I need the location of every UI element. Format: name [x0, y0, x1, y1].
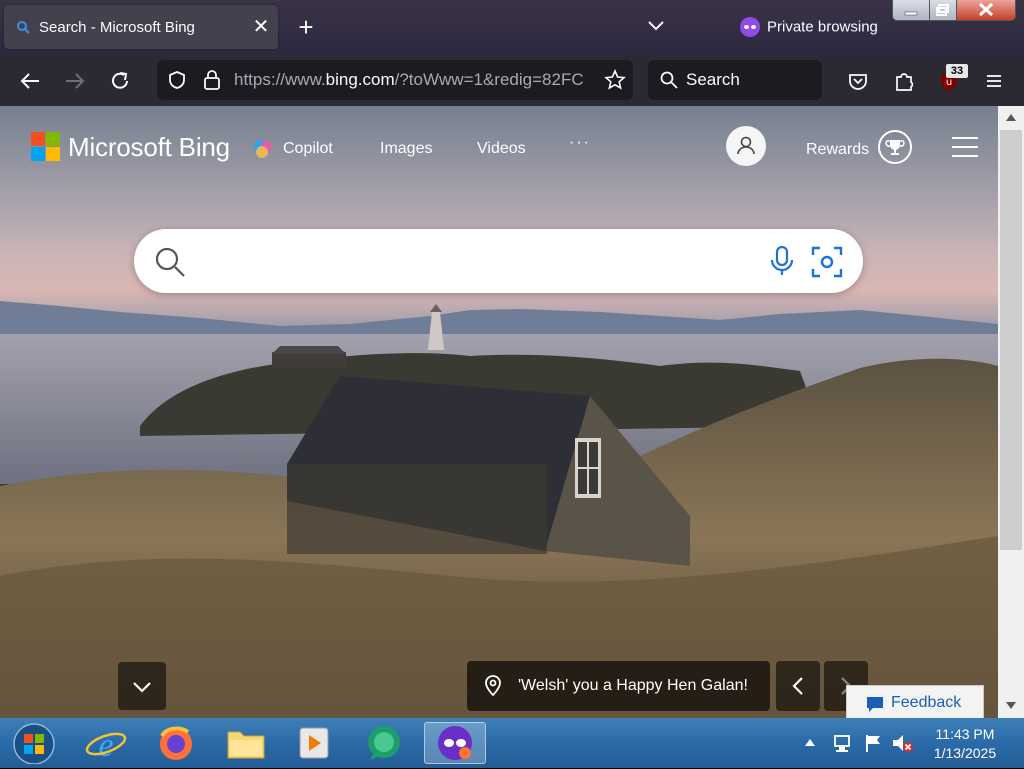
nav-more-button[interactable]: ··· [569, 134, 591, 152]
hamburger-icon [987, 75, 1001, 87]
tab-title: Search - Microsoft Bing [39, 19, 195, 36]
close-tab-icon[interactable]: ✕ [250, 16, 272, 38]
taskbar-media-player[interactable] [288, 722, 340, 764]
ms-logo-red [31, 132, 45, 146]
forward-button[interactable] [58, 64, 92, 98]
chevron-down-icon [133, 682, 151, 693]
search-icon [155, 247, 185, 277]
url-text[interactable]: https://www.bing.com/?toWww=1&redig=82FC [234, 70, 600, 90]
chevron-down-icon[interactable] [644, 14, 668, 38]
person-icon [737, 136, 755, 155]
show-hidden-icons-icon[interactable] [804, 738, 816, 748]
network-icon[interactable] [832, 732, 854, 754]
taskbar-firefox-private[interactable] [424, 722, 486, 764]
action-center-flag-icon[interactable] [862, 732, 884, 754]
clock-date[interactable]: 1/13/2025 [928, 745, 1002, 761]
browser-toolbar: https://www.bing.com/?toWww=1&redig=82FC… [0, 56, 1024, 106]
restore-button[interactable] [929, 0, 957, 21]
feedback-label: Feedback [891, 694, 962, 711]
private-mask-icon [740, 17, 760, 37]
taskbar-chat-app[interactable] [358, 722, 410, 764]
scroll-up-icon[interactable] [1005, 113, 1017, 123]
search-icon [17, 21, 30, 34]
scroll-down-icon[interactable] [1005, 700, 1017, 710]
private-browsing-label: Private browsing [767, 18, 878, 36]
media-player-icon [299, 727, 329, 759]
ms-logo-blue [31, 147, 45, 161]
extensions-button[interactable] [887, 64, 921, 98]
bookmark-star-icon[interactable] [604, 69, 626, 91]
back-button[interactable] [13, 64, 47, 98]
svg-text:e: e [98, 727, 113, 764]
shield-icon[interactable] [167, 70, 187, 90]
tab-bing[interactable]: Search - Microsoft Bing ✕ [4, 5, 278, 49]
windows-logo-icon [13, 723, 55, 765]
visual-search-icon[interactable] [810, 245, 844, 279]
address-bar[interactable]: https://www.bing.com/?toWww=1&redig=82FC [157, 60, 633, 100]
pocket-icon [849, 74, 867, 90]
taskbar-firefox[interactable] [150, 722, 202, 764]
clock-time[interactable]: 11:43 PM [928, 726, 1002, 742]
page-scrollbar[interactable] [998, 106, 1024, 718]
image-caption[interactable]: 'Welsh' you a Happy Hen Galan! [467, 661, 770, 711]
ms-logo-yellow [46, 147, 60, 161]
bing-menu-button[interactable] [952, 137, 978, 157]
new-tab-button[interactable]: + [292, 14, 320, 42]
svg-text:u: u [946, 77, 952, 88]
windows-taskbar: e 11:43 PM 1/13/2025 [0, 718, 1024, 768]
back-arrow-icon [20, 73, 39, 89]
close-window-button[interactable] [956, 0, 1016, 21]
chat-bubble-icon [368, 726, 400, 760]
pocket-button[interactable] [841, 64, 875, 98]
reload-button[interactable] [103, 64, 137, 98]
forward-arrow-icon [66, 73, 85, 89]
brand-name: Microsoft Bing [68, 132, 230, 162]
taskbar-internet-explorer[interactable]: e [80, 722, 132, 764]
volume-muted-icon[interactable] [890, 732, 914, 754]
extension-badge: 33 [946, 64, 968, 78]
puzzle-icon [896, 73, 914, 91]
browser-titlebar: Search - Microsoft Bing ✕ + Private brow… [0, 0, 1024, 56]
firefox-icon [160, 726, 192, 760]
caption-text: 'Welsh' you a Happy Hen Galan! [518, 677, 748, 694]
nav-images[interactable]: Images [380, 140, 432, 158]
lock-icon[interactable] [202, 69, 222, 91]
scroll-down-button[interactable] [118, 662, 166, 710]
trophy-icon [885, 140, 905, 155]
reload-icon [112, 72, 128, 89]
menu-button[interactable] [977, 64, 1011, 98]
feedback-icon [867, 697, 883, 712]
search-icon [660, 71, 678, 89]
taskbar-file-explorer[interactable] [220, 722, 272, 764]
chevron-left-icon [792, 677, 803, 695]
private-mask-icon [438, 726, 472, 760]
search-box-label: Search [686, 70, 740, 89]
minimize-button[interactable] [892, 0, 930, 21]
sign-in-avatar[interactable] [726, 126, 766, 166]
ms-logo-green [46, 132, 60, 146]
feedback-button[interactable]: Feedback [846, 685, 984, 718]
previous-image-button[interactable] [776, 661, 820, 711]
private-browsing-indicator: Private browsing [740, 17, 878, 41]
bing-search-bar[interactable] [134, 229, 863, 293]
folder-icon [227, 731, 265, 759]
background-image [0, 301, 998, 718]
scrollbar-thumb[interactable] [1000, 130, 1022, 550]
location-pin-icon [485, 675, 501, 697]
start-button[interactable] [4, 722, 60, 765]
nav-copilot[interactable]: Copilot [283, 140, 333, 158]
rewards-label[interactable]: Rewards [806, 141, 869, 159]
bing-homepage: Microsoft Bing Copilot Images Videos ···… [0, 106, 998, 718]
nav-videos[interactable]: Videos [477, 140, 526, 158]
copilot-icon [254, 140, 272, 158]
rewards-button[interactable] [878, 130, 912, 164]
window-controls [892, 0, 1020, 22]
search-box[interactable]: Search [648, 60, 822, 100]
microphone-icon[interactable] [768, 245, 796, 277]
internet-explorer-icon: e [85, 727, 127, 764]
